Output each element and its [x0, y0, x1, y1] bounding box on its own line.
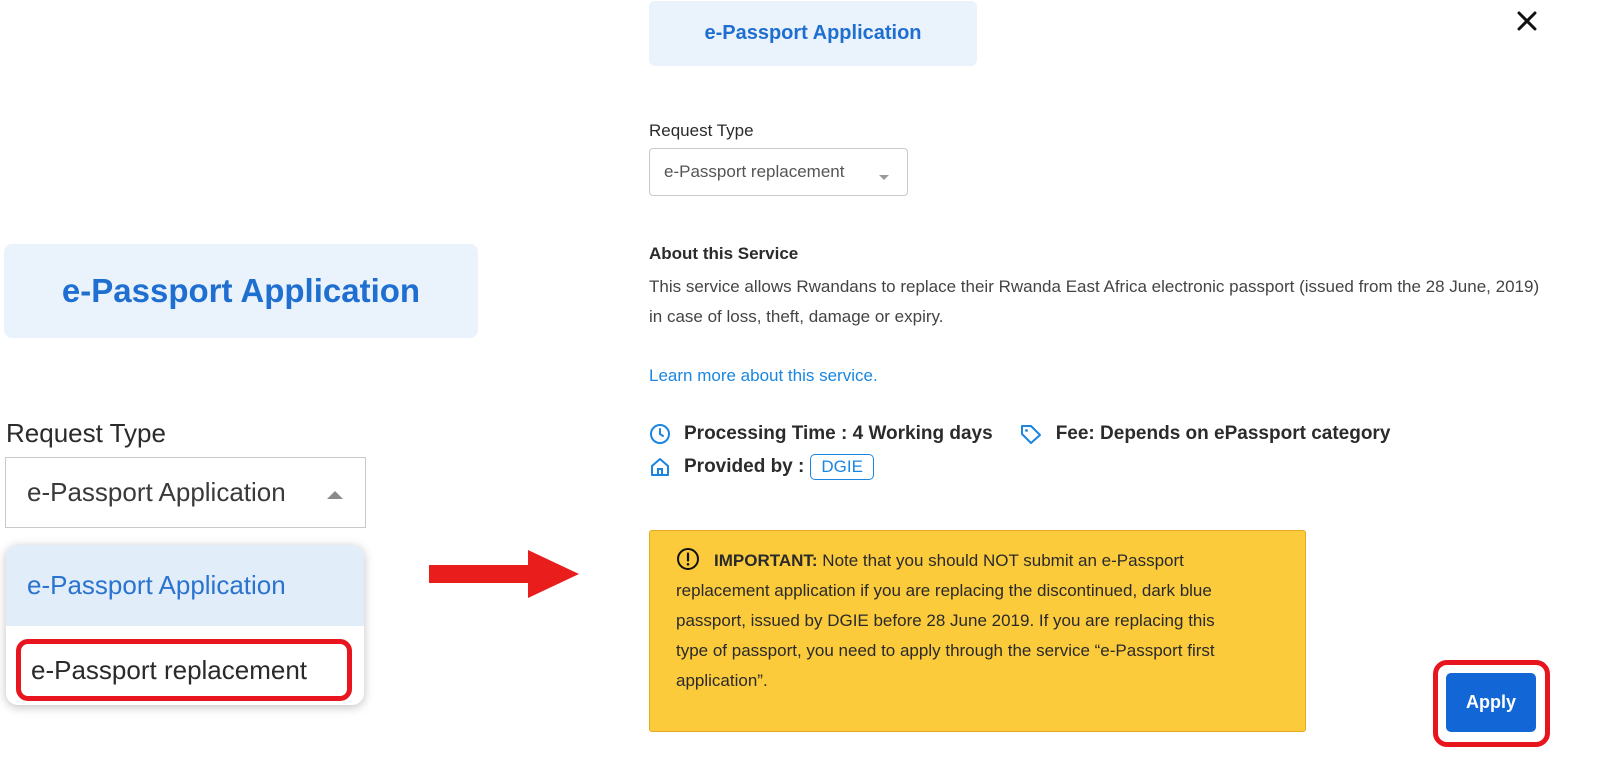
left-service-title-card: e-Passport Application — [4, 244, 478, 338]
important-notice-text: IMPORTANT: Note that you should NOT subm… — [676, 546, 1251, 696]
learn-more-link[interactable]: Learn more about this service. — [649, 366, 878, 386]
about-description: This service allows Rwandans to replace … — [649, 277, 1540, 326]
request-type-select-value: e-Passport replacement — [664, 162, 845, 181]
important-body: Note that you should NOT submit an e-Pas… — [676, 551, 1215, 690]
request-type-label: Request Type — [649, 121, 754, 140]
tag-icon — [1020, 425, 1041, 444]
left-service-title: e-Passport Application — [61, 272, 421, 309]
about-heading: About this Service — [649, 244, 799, 263]
right-service-title-card: e-Passport Application — [649, 1, 977, 66]
provider-row: Provided by : DGIE — [649, 451, 874, 483]
home-icon — [651, 458, 669, 476]
provider-badge[interactable]: DGIE — [810, 454, 874, 480]
clock-icon — [650, 424, 670, 444]
exclamation-circle-icon — [677, 548, 699, 570]
fee-info: Fee: Depends on ePassport category — [1055, 423, 1391, 444]
close-icon[interactable] — [1514, 8, 1540, 34]
important-notice: IMPORTANT: Note that you should NOT subm… — [649, 530, 1306, 732]
left-request-type-label: Request Type — [6, 418, 166, 448]
caret-up-icon — [327, 491, 343, 499]
left-select-value: e-Passport Application — [27, 477, 286, 507]
caret-down-icon — [879, 175, 889, 180]
dropdown-option-application[interactable]: e-Passport Application — [6, 545, 364, 626]
processing-time: Processing Time : 4 Working days — [684, 423, 993, 444]
right-arrow-icon — [528, 550, 579, 598]
left-request-type-select[interactable]: e-Passport Application — [5, 457, 366, 528]
processing-row: Processing Time : 4 Working days Fee: De… — [649, 421, 1390, 447]
arrow-shaft — [429, 565, 530, 583]
right-service-title: e-Passport Application — [704, 22, 922, 44]
important-label: IMPORTANT: — [714, 551, 818, 570]
apply-button[interactable]: Apply — [1446, 673, 1536, 732]
dropdown-option-replacement[interactable]: e-Passport replacement — [16, 639, 352, 701]
request-type-select[interactable]: e-Passport replacement — [649, 148, 908, 196]
provided-by-label: Provided by : — [684, 456, 805, 477]
request-type-dropdown: e-Passport Application e-Passport replac… — [6, 545, 364, 705]
